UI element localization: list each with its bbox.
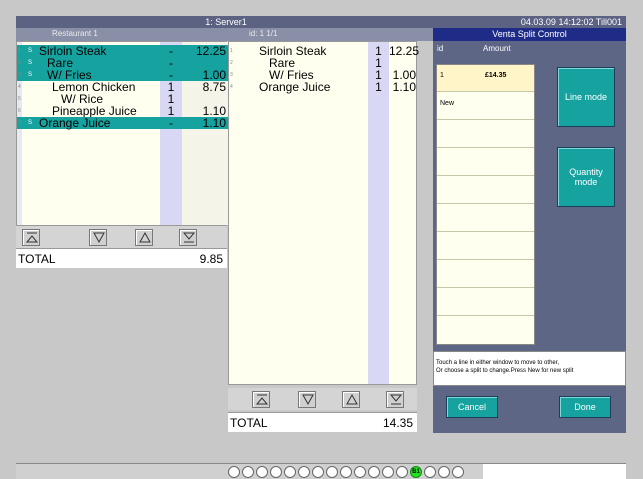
datetime-label: 04.03.09 14:12:02 Till001 [520,17,622,27]
order-id-label: id: 1 1/1 [249,29,278,38]
id-column-header: id [437,44,444,53]
pos-screen: 1: Server1 04.03.09 14:12:02 Till001 Res… [0,0,643,479]
active-table-circle[interactable]: B1 [410,466,422,478]
order-line[interactable]: 7 S Orange Juice - 1.10 [17,117,228,129]
empty-split-row[interactable] [437,177,534,204]
split-control-panel: id Amount 1 £14.35 New Line mode Quantit… [433,41,626,433]
split-order-list[interactable]: 1 Sirloin Steak 1 12.25 2 Rare 1 3 W/ Fr… [228,41,420,385]
total-label: TOTAL [230,416,268,430]
split-list-nav [228,388,417,410]
order-line[interactable]: 4 Lemon Chicken 1 8.75 [17,81,228,93]
table-circle[interactable] [354,466,366,478]
amount-column-header: Amount [483,44,511,53]
table-circle[interactable] [438,466,450,478]
split-flag: S [28,48,33,54]
table-circle[interactable] [242,466,254,478]
split-id: 1 [440,72,444,79]
item-price: 8.75 [202,80,226,94]
server-label: 1: Server1 [205,17,247,27]
split-list: 1 £14.35 New [436,64,535,345]
chevron-down-icon [302,394,314,406]
split-line[interactable]: 1 Sirloin Steak 1 12.25 [229,44,420,58]
item-qty: - [169,116,173,130]
total-label: TOTAL [18,252,56,266]
table-circle[interactable] [368,466,380,478]
split-line[interactable]: 2 Rare 1 [229,57,418,69]
table-selector-strip: B1 [16,463,626,479]
scroll-bottom-icon [182,232,196,243]
line-mode-button[interactable]: Line mode [557,67,615,127]
quantity-mode-button[interactable]: Quantity mode [557,147,615,207]
done-button[interactable]: Done [559,396,611,418]
item-price: 1.10 [202,116,226,130]
table-circle[interactable] [452,466,464,478]
empty-split-row[interactable] [437,317,534,344]
table-circle[interactable] [298,466,310,478]
split-flag: S [28,60,33,66]
restaurant-label: Restaurant 1 [52,29,98,38]
empty-split-row[interactable] [437,205,534,232]
table-circle[interactable] [340,466,352,478]
new-split-row[interactable]: New [437,93,534,120]
table-circle[interactable] [382,466,394,478]
empty-split-row[interactable] [437,233,534,260]
table-circle[interactable] [312,466,324,478]
scroll-up-button[interactable] [342,391,360,408]
sub-header: Restaurant 1 id: 1 1/1 Venta Split Contr… [16,28,626,41]
item-price: 12.25 [389,44,420,58]
table-circle[interactable] [396,466,408,478]
scroll-bottom-button[interactable] [386,391,404,408]
scroll-bottom-icon [389,394,403,405]
scroll-top-button[interactable] [22,229,40,246]
chevron-up-icon [139,231,151,243]
item-price: 1.10 [392,80,416,94]
empty-split-row[interactable] [437,261,534,288]
split-id: New [440,100,455,107]
left-list-nav [16,226,227,248]
empty-split-row[interactable] [437,149,534,176]
split-amount: £14.35 [485,72,507,79]
empty-split-row[interactable] [437,121,534,148]
item-name: Orange Juice [259,80,331,94]
scroll-top-button[interactable] [252,391,270,408]
scroll-bottom-button[interactable] [179,229,197,246]
split-row[interactable]: 1 £14.35 [437,65,534,92]
split-total-bar: TOTAL 14.35 [228,412,417,432]
total-value: 14.35 [382,416,413,430]
empty-split-row[interactable] [437,289,534,316]
title-bar: 1: Server1 04.03.09 14:12:02 Till001 [16,16,626,28]
scroll-top-icon [255,394,269,405]
table-circle[interactable] [326,466,338,478]
help-text: Touch a line in either window to move to… [433,351,626,386]
split-line[interactable]: 4 Orange Juice 1 1.10 [229,81,418,93]
scroll-down-button[interactable] [298,391,316,408]
split-control-title: Venta Split Control [433,28,626,41]
scroll-up-button[interactable] [135,229,153,246]
scroll-top-icon [25,232,39,243]
item-name: Orange Juice [39,116,111,130]
left-total-bar: TOTAL 9.85 [16,248,227,268]
chevron-up-icon [346,393,358,405]
split-flag: S [28,120,33,126]
table-circle[interactable] [228,466,240,478]
table-circle[interactable] [284,466,296,478]
split-flag: S [28,72,33,78]
table-circle[interactable] [256,466,268,478]
chevron-down-icon [93,232,105,244]
cancel-button[interactable]: Cancel [446,396,498,418]
item-qty: 1 [375,80,382,94]
scroll-down-button[interactable] [89,229,107,246]
total-value: 9.85 [199,252,223,266]
status-box [483,464,626,479]
original-order-list[interactable]: 1 S Sirloin Steak - 12.25 2 S Rare - 3 S… [16,41,228,226]
item-price: 12.25 [195,44,226,58]
table-circle[interactable] [270,466,282,478]
table-circle[interactable] [424,466,436,478]
